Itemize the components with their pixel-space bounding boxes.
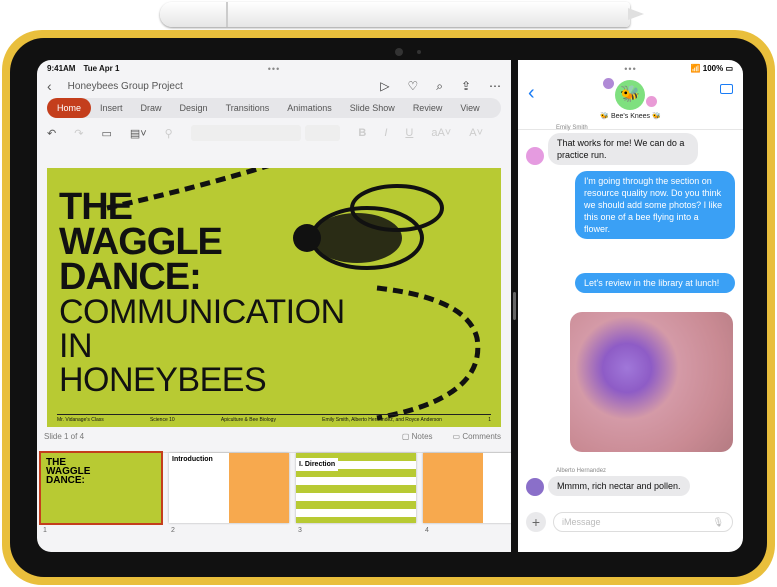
- message-input[interactable]: iMessage 🎙: [553, 512, 733, 532]
- multitasking-dots[interactable]: •••: [268, 64, 280, 74]
- powerpoint-pane: 9:41AM Tue Apr 1 ••• ‹ Honeybees Group Pr…: [37, 60, 511, 552]
- new-slide-icon[interactable]: ▭: [101, 127, 111, 140]
- thumbnail-number: 4: [425, 527, 429, 534]
- avatar: [526, 147, 544, 165]
- thumbnail-number: 3: [298, 527, 302, 534]
- tab-insert[interactable]: Insert: [91, 98, 132, 118]
- slide-canvas[interactable]: THE WAGGLE DANCE: COMMUNICATION IN HONEYBEES…: [47, 168, 501, 427]
- split-view-divider[interactable]: [513, 292, 516, 320]
- compose-bar: + iMessage 🎙: [526, 512, 733, 532]
- time: 9:41AM: [47, 64, 76, 73]
- thumbnail-2[interactable]: Introduction: [169, 453, 289, 523]
- camera: [395, 48, 403, 56]
- sender-name: Emily Smith: [556, 125, 588, 131]
- group-avatar[interactable]: 🐝: [615, 80, 645, 110]
- apple-pencil: [160, 2, 644, 27]
- video-call-icon[interactable]: [720, 84, 733, 94]
- microphone-icon[interactable]: 🎙: [713, 517, 724, 527]
- format-painter-icon[interactable]: ⚲: [165, 127, 173, 140]
- more-icon[interactable]: ⋯: [489, 79, 501, 93]
- tab-animations[interactable]: Animations: [278, 98, 341, 118]
- group-name[interactable]: 🐝 Bee's Knees 🐝: [518, 112, 743, 120]
- message-bubble[interactable]: I'm going through the section on resourc…: [575, 171, 735, 239]
- message-bubble[interactable]: Mmmm, rich nectar and pollen.: [548, 476, 690, 496]
- play-icon[interactable]: ▷: [380, 79, 389, 93]
- conversation-header: ••• 📶 100% ▭ ‹ 🐝 🐝 Bee's Knees 🐝: [518, 60, 743, 130]
- message-bubble[interactable]: Let's review in the library at lunch!: [575, 273, 735, 293]
- sender-name: Alberto Hernandez: [556, 468, 607, 474]
- battery-level: 100%: [702, 64, 724, 73]
- ribbon-tabs: Home Insert Draw Design Transitions Anim…: [47, 98, 501, 118]
- multitasking-dots[interactable]: •••: [624, 64, 636, 74]
- lightbulb-icon[interactable]: ♡: [407, 79, 418, 93]
- thumbnail-4[interactable]: [423, 453, 511, 523]
- font-size-field[interactable]: [304, 125, 341, 141]
- document-title[interactable]: Honeybees Group Project: [68, 81, 363, 92]
- status-bar: 📶 100% ▭: [690, 64, 733, 73]
- undo-icon[interactable]: ↶: [47, 127, 56, 140]
- tab-draw[interactable]: Draw: [132, 98, 171, 118]
- tab-slide-show[interactable]: Slide Show: [341, 98, 404, 118]
- back-icon[interactable]: ‹: [528, 82, 535, 105]
- search-icon[interactable]: ⌕: [436, 79, 443, 94]
- thumbnail-number: 2: [171, 527, 175, 534]
- message-bubble[interactable]: That works for me! We can do a practice …: [548, 133, 698, 165]
- back-icon[interactable]: ‹: [47, 78, 52, 94]
- slide-counter: Slide 1 of 4: [44, 432, 85, 441]
- avatar: [646, 96, 657, 107]
- font-color-icon[interactable]: A˅: [469, 127, 483, 139]
- tab-design[interactable]: Design: [171, 98, 217, 118]
- bold-icon[interactable]: B: [358, 127, 366, 139]
- toolbar: ↶ ↷ ▭ ▤˅ ⚲ B I U aA˅ A˅: [37, 120, 511, 146]
- slide-title: THE WAGGLE DANCE:: [59, 186, 223, 298]
- font-name-field[interactable]: [190, 125, 301, 141]
- avatar: [526, 478, 544, 496]
- thumbnail-number: 1: [43, 527, 47, 534]
- messages-pane: ••• 📶 100% ▭ ‹ 🐝 🐝 Bee's Knees 🐝 Emily S…: [518, 60, 743, 552]
- slide-info-bar: Slide 1 of 4 ▢ Notes ▭ Comments: [44, 432, 501, 441]
- avatar: [603, 78, 614, 89]
- title-bar: ‹ Honeybees Group Project ▷ ♡ ⌕ ⇪ ⋯: [37, 76, 511, 96]
- font-size-change-icon[interactable]: aA˅: [431, 127, 451, 139]
- share-icon[interactable]: ⇪: [461, 79, 471, 93]
- bee-flower-photo[interactable]: [570, 312, 733, 452]
- tab-view[interactable]: View: [451, 98, 488, 118]
- thumbnail-3[interactable]: I. Direction: [296, 453, 416, 523]
- italic-icon[interactable]: I: [384, 127, 387, 139]
- slide-subtitle: COMMUNICATION IN HONEYBEES: [59, 293, 345, 399]
- layout-icon[interactable]: ▤˅: [130, 127, 147, 140]
- plus-icon[interactable]: +: [526, 512, 546, 532]
- slide-footer: Mr. Vidanage's Class Science 10 Apiculture…: [57, 414, 491, 423]
- tab-review[interactable]: Review: [404, 98, 452, 118]
- comments-button[interactable]: ▭ Comments: [453, 432, 501, 441]
- thumbnail-1[interactable]: THE WAGGLE DANCE:: [39, 451, 163, 525]
- date: Tue Apr 1: [83, 64, 120, 73]
- notes-button[interactable]: ▢ Notes: [402, 432, 433, 441]
- underline-icon[interactable]: U: [405, 127, 413, 139]
- tab-home[interactable]: Home: [47, 98, 92, 118]
- message-thread: Emily Smith That works for me! We can do…: [518, 125, 743, 293]
- tab-transitions[interactable]: Transitions: [217, 98, 279, 118]
- redo-icon[interactable]: ↷: [74, 127, 83, 140]
- slide-thumbnails: THE WAGGLE DANCE: 1 Introduction 2 I. Di…: [39, 451, 511, 552]
